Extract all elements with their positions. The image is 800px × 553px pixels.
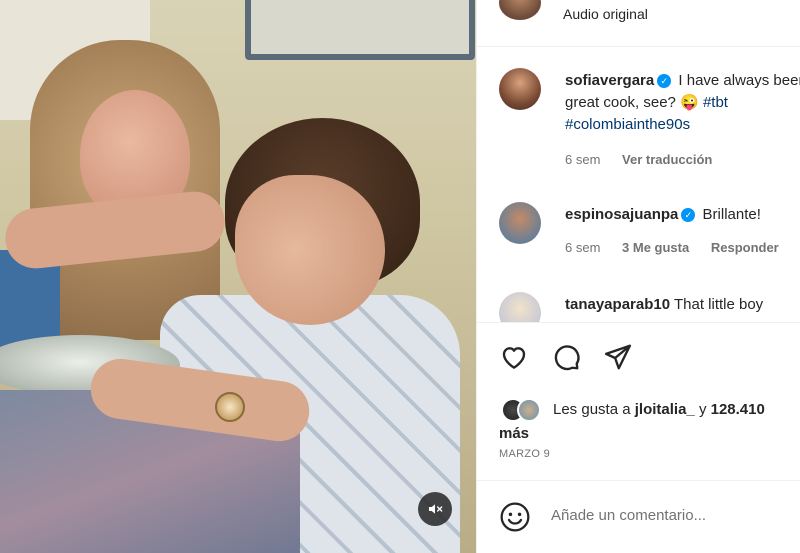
reply-link[interactable]: Responder	[711, 240, 779, 255]
translate-link[interactable]: Ver traducción	[622, 152, 712, 167]
send-icon[interactable]	[603, 342, 633, 372]
comment-emoji: 😜	[680, 94, 699, 111]
heart-icon[interactable]	[499, 342, 529, 372]
comment-text: That little boy	[673, 296, 764, 313]
comment-body: tanayaparab10 That little boy	[565, 294, 800, 316]
likes-joiner: y	[698, 401, 707, 418]
avatar[interactable]	[499, 292, 541, 322]
action-bar	[499, 342, 633, 374]
likes-text[interactable]: Les gusta a jloitalia_ y 128.410	[553, 398, 765, 422]
post-date[interactable]: MARZO 9	[499, 448, 550, 460]
caption-comment: sofiavergara✓ I have always been a great…	[499, 68, 800, 178]
comment-meta: 6 sem Ver traducción	[565, 152, 730, 167]
verified-badge-icon: ✓	[681, 208, 696, 222]
comment-body: espinosajuanpa ✓ Brillante!	[565, 204, 800, 226]
comment-input[interactable]: Añade un comentario...	[551, 507, 706, 524]
comment-text: Brillante!	[702, 206, 761, 223]
comment-composer: Añade un comentario...	[477, 480, 800, 553]
comment-body: sofiavergara✓ I have always been a great…	[565, 70, 800, 136]
comment-icon[interactable]	[551, 342, 581, 372]
comment-username[interactable]: espinosajuanpa	[565, 206, 678, 223]
video-watch	[215, 392, 245, 422]
avatar[interactable]	[499, 68, 541, 110]
post-side-panel: Audio original sofiavergara ✓ I have alwa…	[476, 0, 800, 553]
likes-count[interactable]: 128.410	[711, 401, 765, 418]
avatar[interactable]	[517, 398, 541, 422]
audio-label[interactable]: Audio original	[563, 6, 648, 22]
likes-more[interactable]: más	[499, 422, 529, 446]
avatar[interactable]	[499, 202, 541, 244]
hashtag-link[interactable]: #tbt	[703, 94, 728, 111]
divider	[477, 46, 800, 47]
comment-item: espinosajuanpa ✓ Brillante! 6 sem 3 Me gu…	[499, 202, 800, 272]
comment-username[interactable]: tanayaparab10	[565, 296, 670, 313]
comment-time[interactable]: 6 sem	[565, 240, 600, 255]
likes-prefix: Les gusta a	[553, 401, 631, 418]
speaker-muted-icon	[429, 504, 443, 514]
video-background	[245, 0, 475, 60]
comment-meta: 6 sem 3 Me gusta Responder	[565, 240, 797, 255]
hashtag-link[interactable]: #colombiainthe90s	[565, 116, 690, 133]
video-figure	[235, 175, 385, 325]
mute-button[interactable]	[418, 492, 452, 526]
comment-time[interactable]: 6 sem	[565, 152, 600, 167]
liker-username[interactable]: jloitalia_	[635, 401, 695, 418]
comment-item: tanayaparab10 That little boy	[499, 292, 800, 322]
comment-username[interactable]: sofiavergara	[565, 72, 654, 89]
avatar[interactable]	[499, 0, 541, 20]
verified-badge-icon: ✓	[657, 74, 672, 88]
smiley-icon[interactable]	[499, 501, 531, 533]
video-player[interactable]	[0, 0, 476, 553]
comment-like-count[interactable]: 3 Me gusta	[622, 240, 689, 255]
divider	[477, 322, 800, 323]
